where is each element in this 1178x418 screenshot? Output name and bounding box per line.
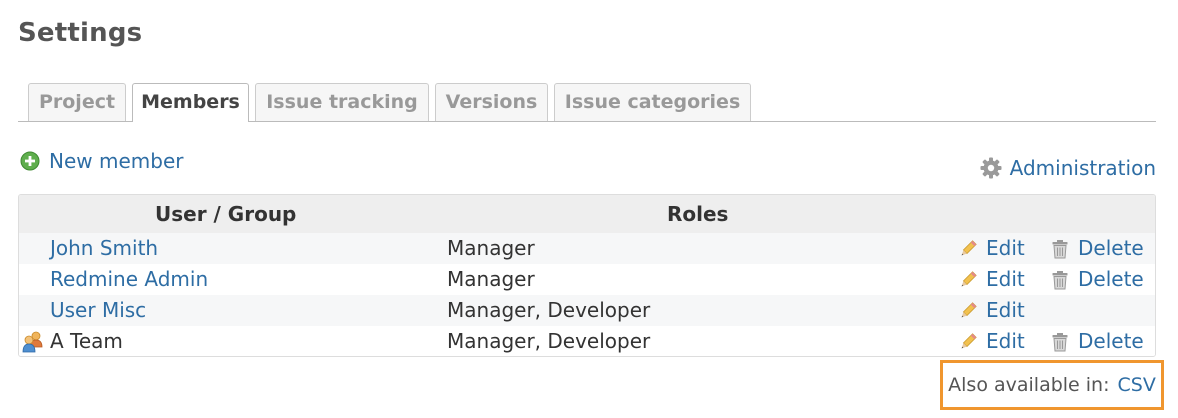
new-member-link[interactable]: New member: [20, 148, 183, 174]
member-roles: Manager: [447, 236, 535, 260]
csv-export-link[interactable]: CSV: [1118, 374, 1156, 396]
edit-link[interactable]: Edit: [958, 233, 1025, 264]
delete-label: Delete: [1078, 267, 1144, 291]
administration-link[interactable]: Administration: [979, 155, 1156, 181]
delete-label: Delete: [1078, 329, 1144, 353]
trash-icon: [1052, 239, 1068, 258]
delete-link[interactable]: Delete: [1051, 326, 1144, 356]
gear-icon: [980, 157, 1002, 179]
member-name: A Team: [50, 329, 123, 353]
tab-versions[interactable]: Versions: [435, 83, 548, 121]
delete-label: Delete: [1078, 236, 1144, 260]
table-row: Redmine Admin Manager Edit Delete: [19, 264, 1155, 295]
administration-label: Administration: [1009, 156, 1156, 180]
delete-link[interactable]: Delete: [1051, 233, 1144, 264]
table-row: John Smith Manager Edit Delete: [19, 233, 1155, 264]
pencil-icon: [961, 332, 977, 348]
tab-issue-categories[interactable]: Issue categories: [554, 83, 751, 121]
settings-tabs: Project Members Issue tracking Versions …: [18, 83, 1156, 122]
tab-issue-tracking[interactable]: Issue tracking: [255, 83, 429, 121]
member-roles: Manager, Developer: [447, 298, 651, 322]
pencil-icon: [961, 270, 977, 286]
trash-icon: [1052, 270, 1068, 289]
trash-icon: [1052, 332, 1068, 351]
member-roles: Manager: [447, 267, 535, 291]
edit-label: Edit: [986, 267, 1025, 291]
members-table: User / Group Roles John Smith Manager Ed…: [18, 194, 1156, 357]
pencil-icon: [961, 239, 977, 255]
also-available-label: Also available in:: [948, 374, 1110, 396]
table-header: User / Group Roles: [19, 195, 1155, 233]
edit-link[interactable]: Edit: [958, 326, 1025, 356]
add-icon: [20, 151, 40, 171]
group-icon: [22, 331, 43, 353]
member-name-link[interactable]: John Smith: [50, 233, 158, 264]
delete-link[interactable]: Delete: [1051, 264, 1144, 295]
table-row: User Misc Manager, Developer Edit: [19, 295, 1155, 326]
member-name-link[interactable]: User Misc: [50, 295, 146, 326]
table-row: A Team Manager, Developer Edit Delete: [19, 326, 1155, 356]
tab-members[interactable]: Members: [132, 83, 249, 122]
page-title: Settings: [18, 18, 143, 48]
edit-link[interactable]: Edit: [958, 264, 1025, 295]
edit-link[interactable]: Edit: [958, 295, 1025, 326]
member-name-link[interactable]: Redmine Admin: [50, 264, 208, 295]
pencil-icon: [961, 301, 977, 317]
column-header-user: User / Group: [155, 202, 297, 226]
edit-label: Edit: [986, 236, 1025, 260]
edit-label: Edit: [986, 298, 1025, 322]
new-member-label: New member: [49, 149, 184, 173]
export-formats: Also available in: CSV: [940, 360, 1164, 410]
tab-project[interactable]: Project: [28, 83, 126, 121]
edit-label: Edit: [986, 329, 1025, 353]
column-header-roles: Roles: [667, 202, 729, 226]
member-roles: Manager, Developer: [447, 329, 651, 353]
